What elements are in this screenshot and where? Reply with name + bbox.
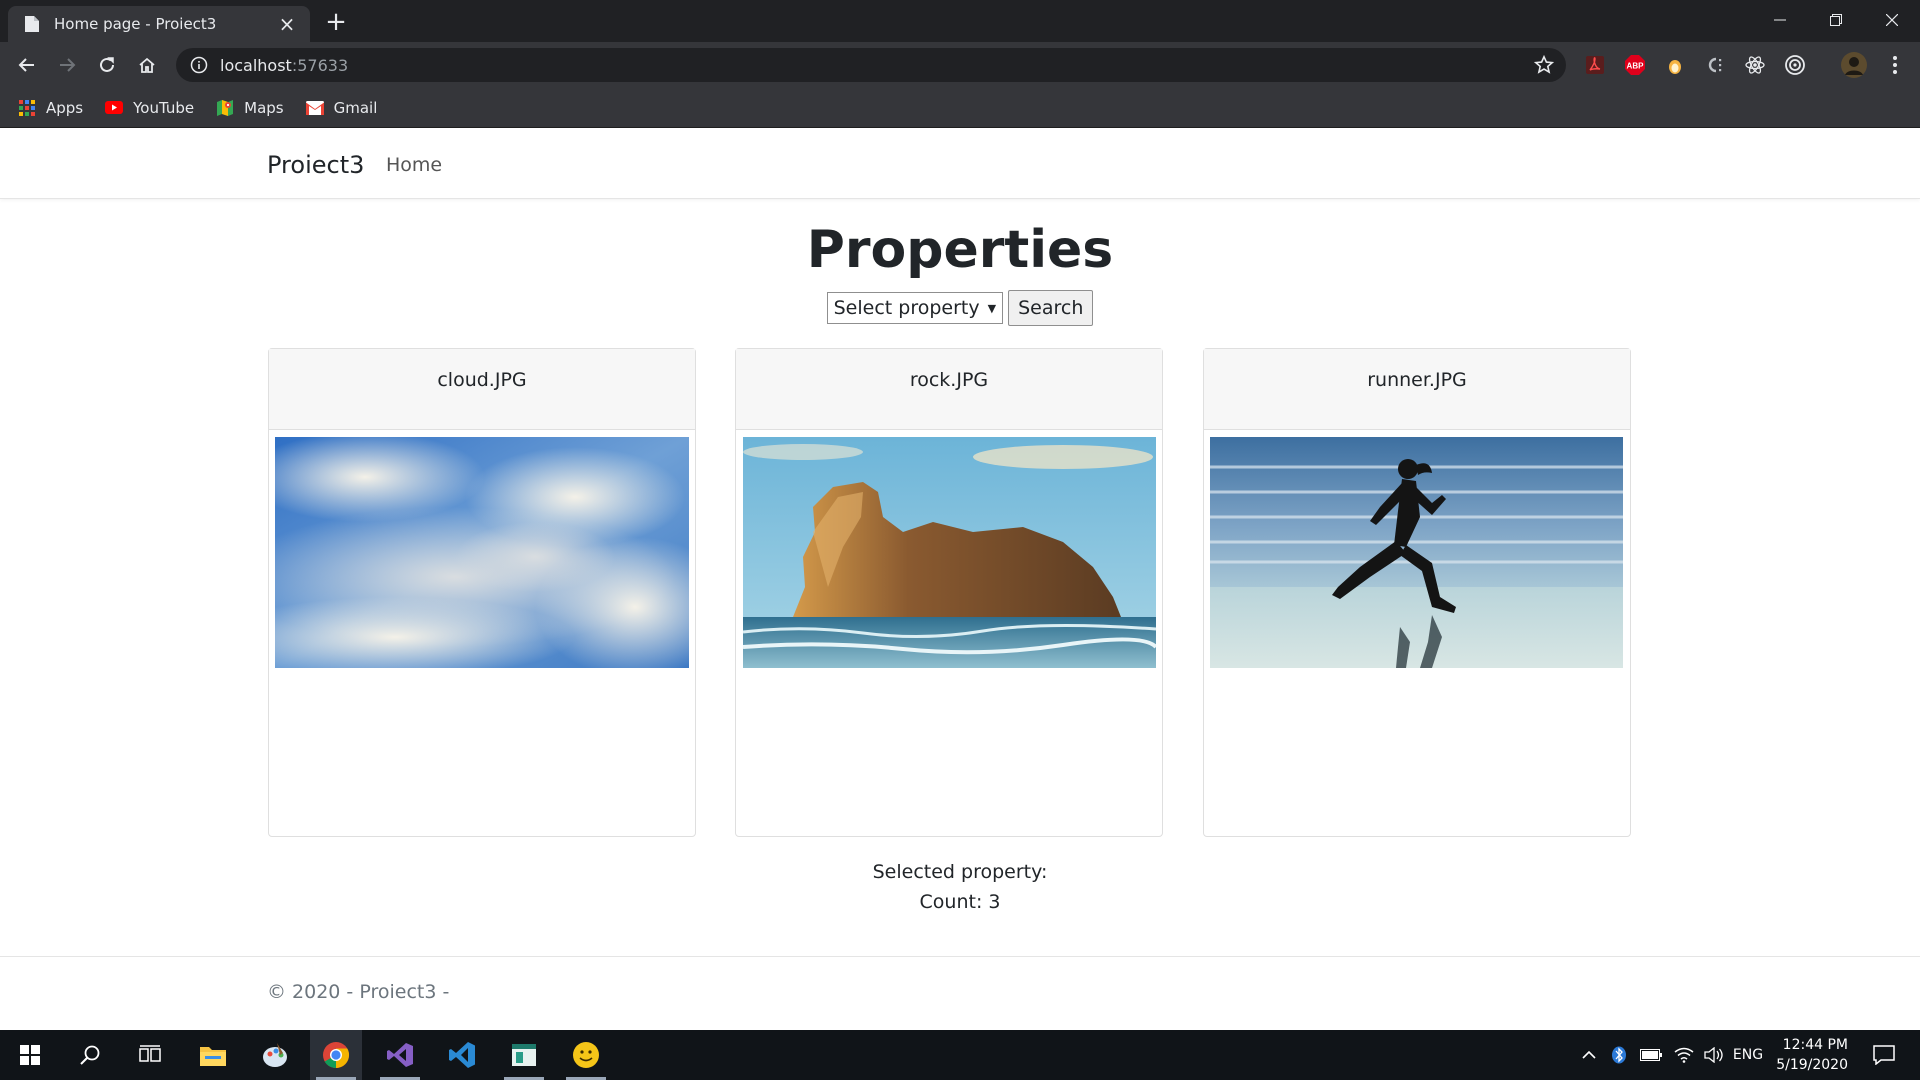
css-extension-icon[interactable] [1702,52,1728,78]
new-tab-button[interactable]: + [322,9,350,37]
pdf-extension-icon[interactable] [1582,52,1608,78]
property-card: runner.JPG [1203,348,1631,837]
site-footer: © 2020 - Proiect3 - [0,956,1920,1030]
bookmark-label: YouTube [133,98,195,117]
chrome-menu-icon[interactable] [1882,52,1908,78]
windows-taskbar: ENG 12:44 PM 5/19/2020 [0,1030,1920,1080]
system-clock[interactable]: 12:44 PM 5/19/2020 [1764,1035,1848,1075]
file-explorer-icon[interactable] [187,1030,239,1080]
rock-photo [743,437,1156,668]
bookmark-label: Apps [46,98,84,117]
windows-start-icon[interactable] [4,1030,56,1080]
bookmark-label: Maps [244,98,284,117]
site-brand-link[interactable]: Proiect3 [267,151,364,179]
bluetooth-icon[interactable] [1608,1030,1630,1080]
emoji-app-icon[interactable] [560,1030,612,1080]
react-devtools-icon[interactable] [1742,52,1768,78]
cloud-photo [275,437,689,668]
bookmark-youtube[interactable]: YouTube [105,99,194,117]
site-navbar: Proiect3 Home [0,128,1920,199]
forward-icon[interactable] [51,49,83,81]
bookmarks-bar: Apps YouTube Maps Gmail [0,88,1920,128]
wifi-icon[interactable] [1670,1030,1698,1080]
tab-close-icon[interactable]: × [276,13,298,35]
close-window-button[interactable] [1864,0,1920,40]
chrome-taskbar-icon[interactable] [310,1030,362,1080]
back-icon[interactable] [11,49,43,81]
window-controls [1752,0,1920,40]
tray-chevron-up-icon[interactable] [1578,1030,1600,1080]
restore-button[interactable] [1808,0,1864,40]
card-title: cloud.JPG [269,349,695,430]
home-icon[interactable] [131,49,163,81]
language-text: ENG [1732,1047,1764,1063]
language-indicator[interactable]: ENG [1730,1030,1766,1080]
count-text: Count: 3 [919,891,1001,913]
web-page: Proiect3 Home Properties Select property… [0,128,1920,1030]
flame-extension-icon[interactable] [1662,52,1688,78]
svg-text:ABP: ABP [1627,62,1645,71]
bookmark-gmail[interactable]: Gmail [305,98,378,117]
property-card: rock.JPG [735,348,1163,837]
tab-title: Home page - Proiect3 [54,15,217,33]
property-select-value: Select property [833,297,980,319]
vscode-icon[interactable] [436,1030,488,1080]
maps-icon [216,99,234,117]
youtube-icon [105,99,124,117]
page-title: Properties [806,220,1114,280]
adblock-extension-icon[interactable]: ABP [1622,52,1648,78]
url-host: localhost [220,55,292,75]
property-search-form: Select property ▼ Search [0,290,1920,326]
terminal-app-icon[interactable] [498,1030,550,1080]
target-extension-icon[interactable] [1782,52,1808,78]
card-title: runner.JPG [1204,349,1630,430]
volume-icon[interactable] [1700,1030,1728,1080]
footer-copyright: © 2020 - Proiect3 - [267,981,450,1003]
property-select[interactable]: Select property ▼ [826,292,1004,324]
bookmark-maps[interactable]: Maps [216,98,284,117]
page-favicon-icon [24,15,42,33]
profile-avatar[interactable] [1840,51,1868,79]
reload-icon[interactable] [91,49,123,81]
paint-app-icon[interactable] [249,1030,301,1080]
notifications-icon[interactable] [1864,1030,1904,1080]
visual-studio-icon[interactable] [374,1030,426,1080]
address-bar[interactable]: localhost:57633 [176,48,1566,82]
site-info-icon[interactable] [190,56,208,74]
property-card: cloud.JPG [268,348,696,837]
selected-property-text: Selected property: [872,861,1048,883]
browser-toolbar: localhost:57633 ABP [0,42,1920,88]
battery-icon[interactable] [1636,1030,1666,1080]
bookmark-apps[interactable]: Apps [18,99,83,117]
dropdown-arrow-icon: ▼ [987,301,997,315]
url-port: :57633 [291,55,349,75]
gmail-icon [305,99,324,117]
task-view-icon[interactable] [124,1030,176,1080]
search-icon[interactable] [64,1030,116,1080]
bookmark-star-icon[interactable] [1533,54,1555,79]
clock-date: 5/19/2020 [1776,1057,1848,1073]
browser-tab[interactable]: Home page - Proiect3 × [8,6,310,42]
browser-tab-strip: Home page - Proiect3 × + [0,0,1920,42]
card-title: rock.JPG [736,349,1162,430]
clock-time: 12:44 PM [1782,1037,1848,1053]
nav-home-link[interactable]: Home [386,154,442,176]
apps-grid-icon [18,99,36,117]
search-button[interactable]: Search [1008,290,1094,326]
minimize-button[interactable] [1752,0,1808,40]
runner-photo [1210,437,1623,668]
bookmark-label: Gmail [333,98,378,117]
